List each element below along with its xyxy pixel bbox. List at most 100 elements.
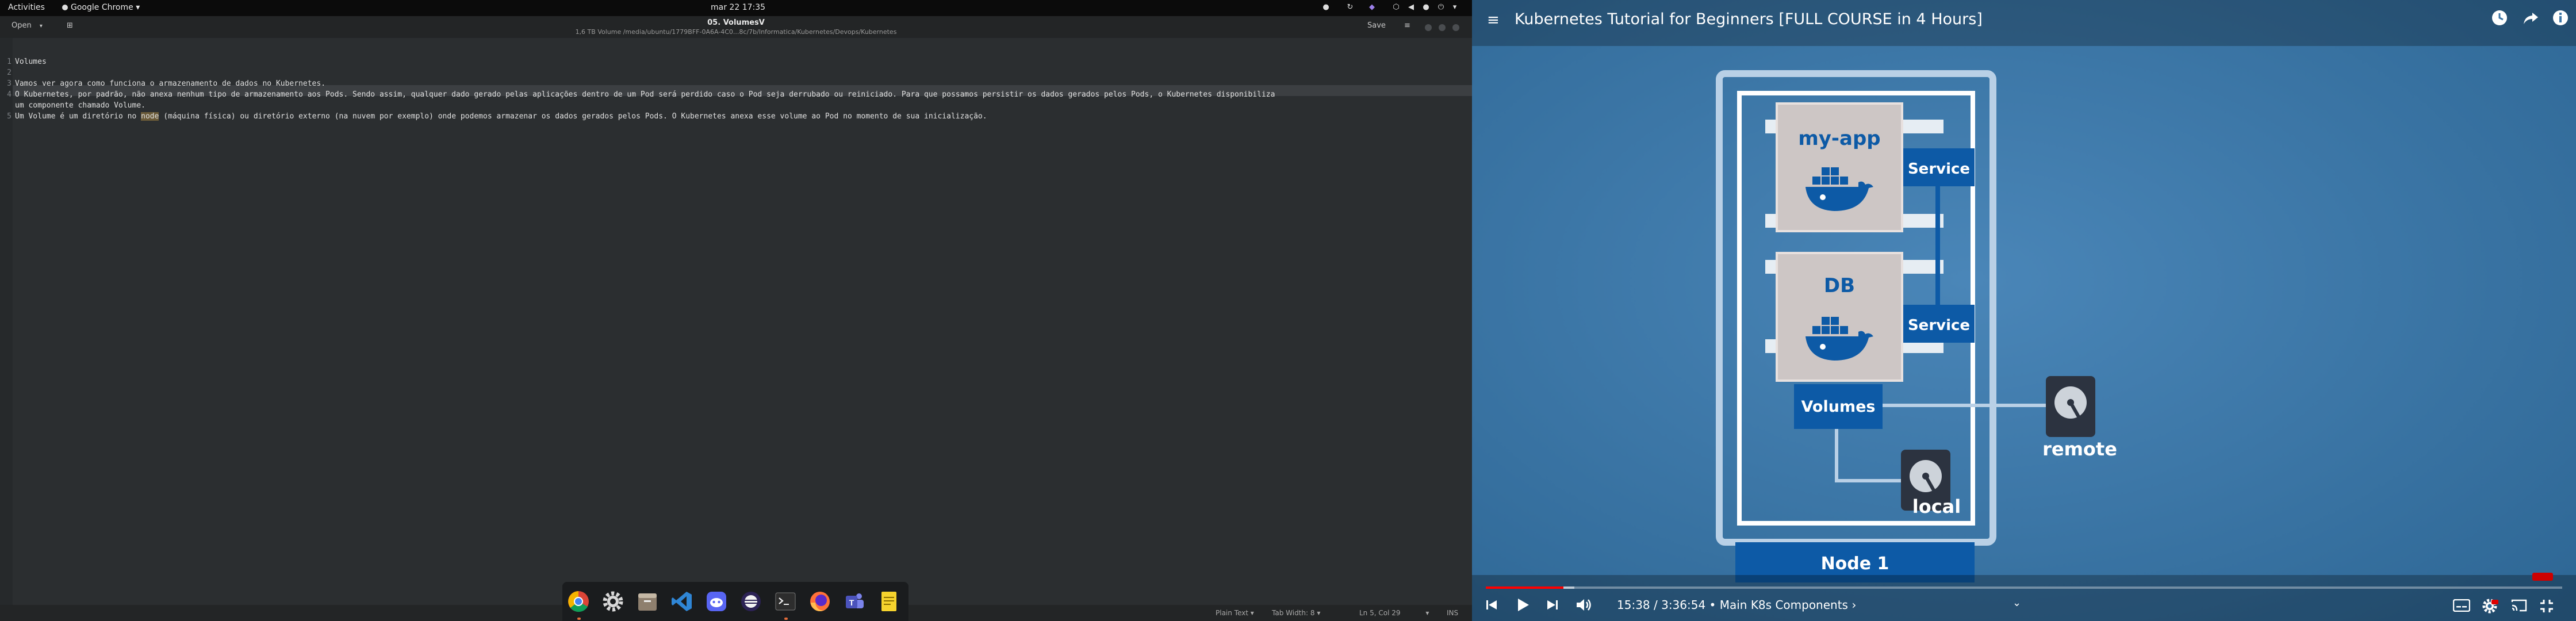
text-line: Volumes (15, 57, 47, 66)
play-button[interactable] (1515, 597, 1531, 615)
text-line: um componente chamado Volume. (15, 101, 145, 110)
hard-disk-icon (2046, 376, 2095, 437)
share-icon[interactable] (2522, 9, 2539, 29)
previous-button[interactable] (1485, 598, 1498, 614)
top-bar: Activities Google Chrome ▾ mar 22 17:35 … (0, 0, 1472, 16)
firefox-icon[interactable] (807, 589, 833, 614)
clock[interactable]: mar 22 17:35 (711, 3, 765, 12)
text-line: O Kubernetes, por padrão, não anexa nenh… (15, 90, 1275, 99)
remote-link (1883, 404, 2046, 407)
chevron-down-icon: ▾ (136, 3, 140, 12)
teams-icon-graphic: T (846, 593, 864, 608)
selected-text: node (141, 112, 159, 121)
mute-button[interactable] (1575, 597, 1593, 615)
text-editor-window: Open ▾ ⊞ 05. VolumesV 1,6 TB Volume /med… (0, 16, 1472, 621)
line-number: 4 (7, 90, 12, 99)
app-label: my-app (1798, 127, 1880, 150)
text-line: Vamos ver agora como funciona o armazena… (15, 79, 326, 88)
menu-icon[interactable]: ≡ (1404, 21, 1410, 30)
settings-button[interactable] (2482, 597, 2499, 617)
subtitles-button[interactable] (2452, 599, 2471, 614)
power-icon[interactable]: ⏻ (1436, 3, 1446, 12)
service-label: Service (1908, 317, 1970, 334)
close-button[interactable] (1452, 24, 1459, 31)
discord-tray-icon[interactable]: ● (1321, 3, 1331, 12)
cast-button[interactable] (2510, 599, 2528, 615)
gear-icon (2482, 599, 2498, 614)
chevron-down-icon: ▾ (1425, 609, 1429, 617)
line-number: 3 (7, 79, 12, 88)
db-pod (1776, 252, 1903, 382)
local-label: local (1912, 496, 1961, 518)
chevron-down-icon: ▾ (1317, 609, 1321, 617)
files-icon[interactable] (635, 589, 660, 614)
watch-later-icon[interactable] (2491, 9, 2508, 29)
video-player[interactable]: my-app DB Service Service Volumes remote… (1472, 0, 2576, 621)
text-line-current: Um Volume é um diretório no node (máquin… (15, 112, 987, 121)
terminal-icon-graphic (775, 592, 796, 611)
remote-label: remote (2042, 438, 2117, 460)
play-icon (1518, 599, 1529, 611)
clock-icon (2492, 10, 2507, 25)
discord-icon[interactable] (704, 589, 729, 614)
chevron-down-icon[interactable]: ⌄ (2012, 597, 2021, 609)
node-label: Node 1 (1821, 554, 1889, 574)
save-button[interactable]: Save (1367, 21, 1386, 30)
app-menu-label: Google Chrome (71, 3, 133, 12)
progress-played (1486, 586, 1563, 589)
vscode-icon[interactable] (669, 589, 695, 614)
settings-icon[interactable] (600, 589, 626, 614)
slide-canvas: my-app DB Service Service Volumes remote… (1472, 0, 2576, 621)
language-selector[interactable]: Plain Text ▾ (1216, 609, 1254, 617)
line-number: 1 (7, 57, 12, 66)
line-number: 2 (7, 68, 12, 77)
line-number: 5 (7, 112, 12, 121)
insert-mode: INS (1447, 609, 1459, 617)
tab-width-selector[interactable]: Tab Width: 8 ▾ (1272, 609, 1320, 617)
fullscreen-exit-icon (2540, 600, 2553, 612)
chevron-down-icon[interactable]: ▾ (1450, 3, 1459, 12)
tray-app-icon[interactable]: ◆ (1367, 3, 1377, 12)
tab-width-label: Tab Width: 8 (1272, 609, 1315, 617)
fullscreen-exit-button[interactable] (2539, 599, 2554, 616)
cursor-position-label: Ln 5, Col 29 (1359, 609, 1401, 617)
badge-icon (2532, 573, 2553, 581)
running-indicator (784, 618, 788, 620)
info-icon[interactable] (2552, 9, 2569, 29)
teams-icon[interactable]: T (842, 589, 867, 614)
progress-bar[interactable] (1486, 586, 2562, 589)
cursor-position[interactable]: Ln 5, Col 29 ▾ (1359, 609, 1429, 617)
document-path: 1,6 TB Volume /media/ubuntu/1779BFF-0A6A… (575, 28, 897, 36)
volume-icon[interactable]: ◀ (1406, 3, 1416, 12)
chrome-icon[interactable] (566, 589, 591, 614)
microphone-icon[interactable]: ● (1421, 3, 1431, 12)
share-arrow-icon (2524, 13, 2538, 24)
next-button[interactable] (1546, 598, 1559, 614)
terminal-icon[interactable] (773, 589, 798, 614)
slide-background (1472, 0, 2576, 621)
editor-header-bar: Open ▾ ⊞ 05. VolumesV 1,6 TB Volume /med… (0, 16, 1472, 38)
cast-icon (2511, 599, 2527, 612)
eclipse-icon[interactable] (738, 589, 764, 614)
chapter-title[interactable]: Main K8s Components (1720, 598, 1848, 612)
activities-button[interactable]: Activities (8, 3, 45, 12)
video-title[interactable]: Kubernetes Tutorial for Beginners [FULL … (1515, 10, 1983, 28)
discord-icon-graphic (707, 592, 726, 611)
network-icon[interactable]: ⬡ (1392, 3, 1401, 12)
eclipse-icon-graphic (741, 592, 761, 611)
playlist-icon[interactable]: ≡ (1487, 12, 1500, 29)
info-circle-icon (2553, 10, 2568, 25)
firefox-icon-graphic (810, 592, 830, 612)
time-display: 15:38 / 3:36:54 • Main K8s Components › (1617, 598, 1857, 612)
maximize-button[interactable] (1439, 24, 1446, 31)
volume-icon (1577, 599, 1591, 611)
previous-icon (1486, 600, 1497, 610)
notes-icon[interactable] (876, 589, 902, 614)
text-segment: (máquina física) ou diretório externo (n… (159, 112, 987, 121)
minimize-button[interactable] (1425, 24, 1432, 31)
app-menu[interactable]: Google Chrome ▾ (62, 3, 140, 12)
next-icon (1547, 600, 1558, 610)
svg-text:T: T (849, 598, 854, 607)
sync-icon[interactable]: ↻ (1346, 3, 1355, 12)
gear-icon (603, 591, 623, 612)
